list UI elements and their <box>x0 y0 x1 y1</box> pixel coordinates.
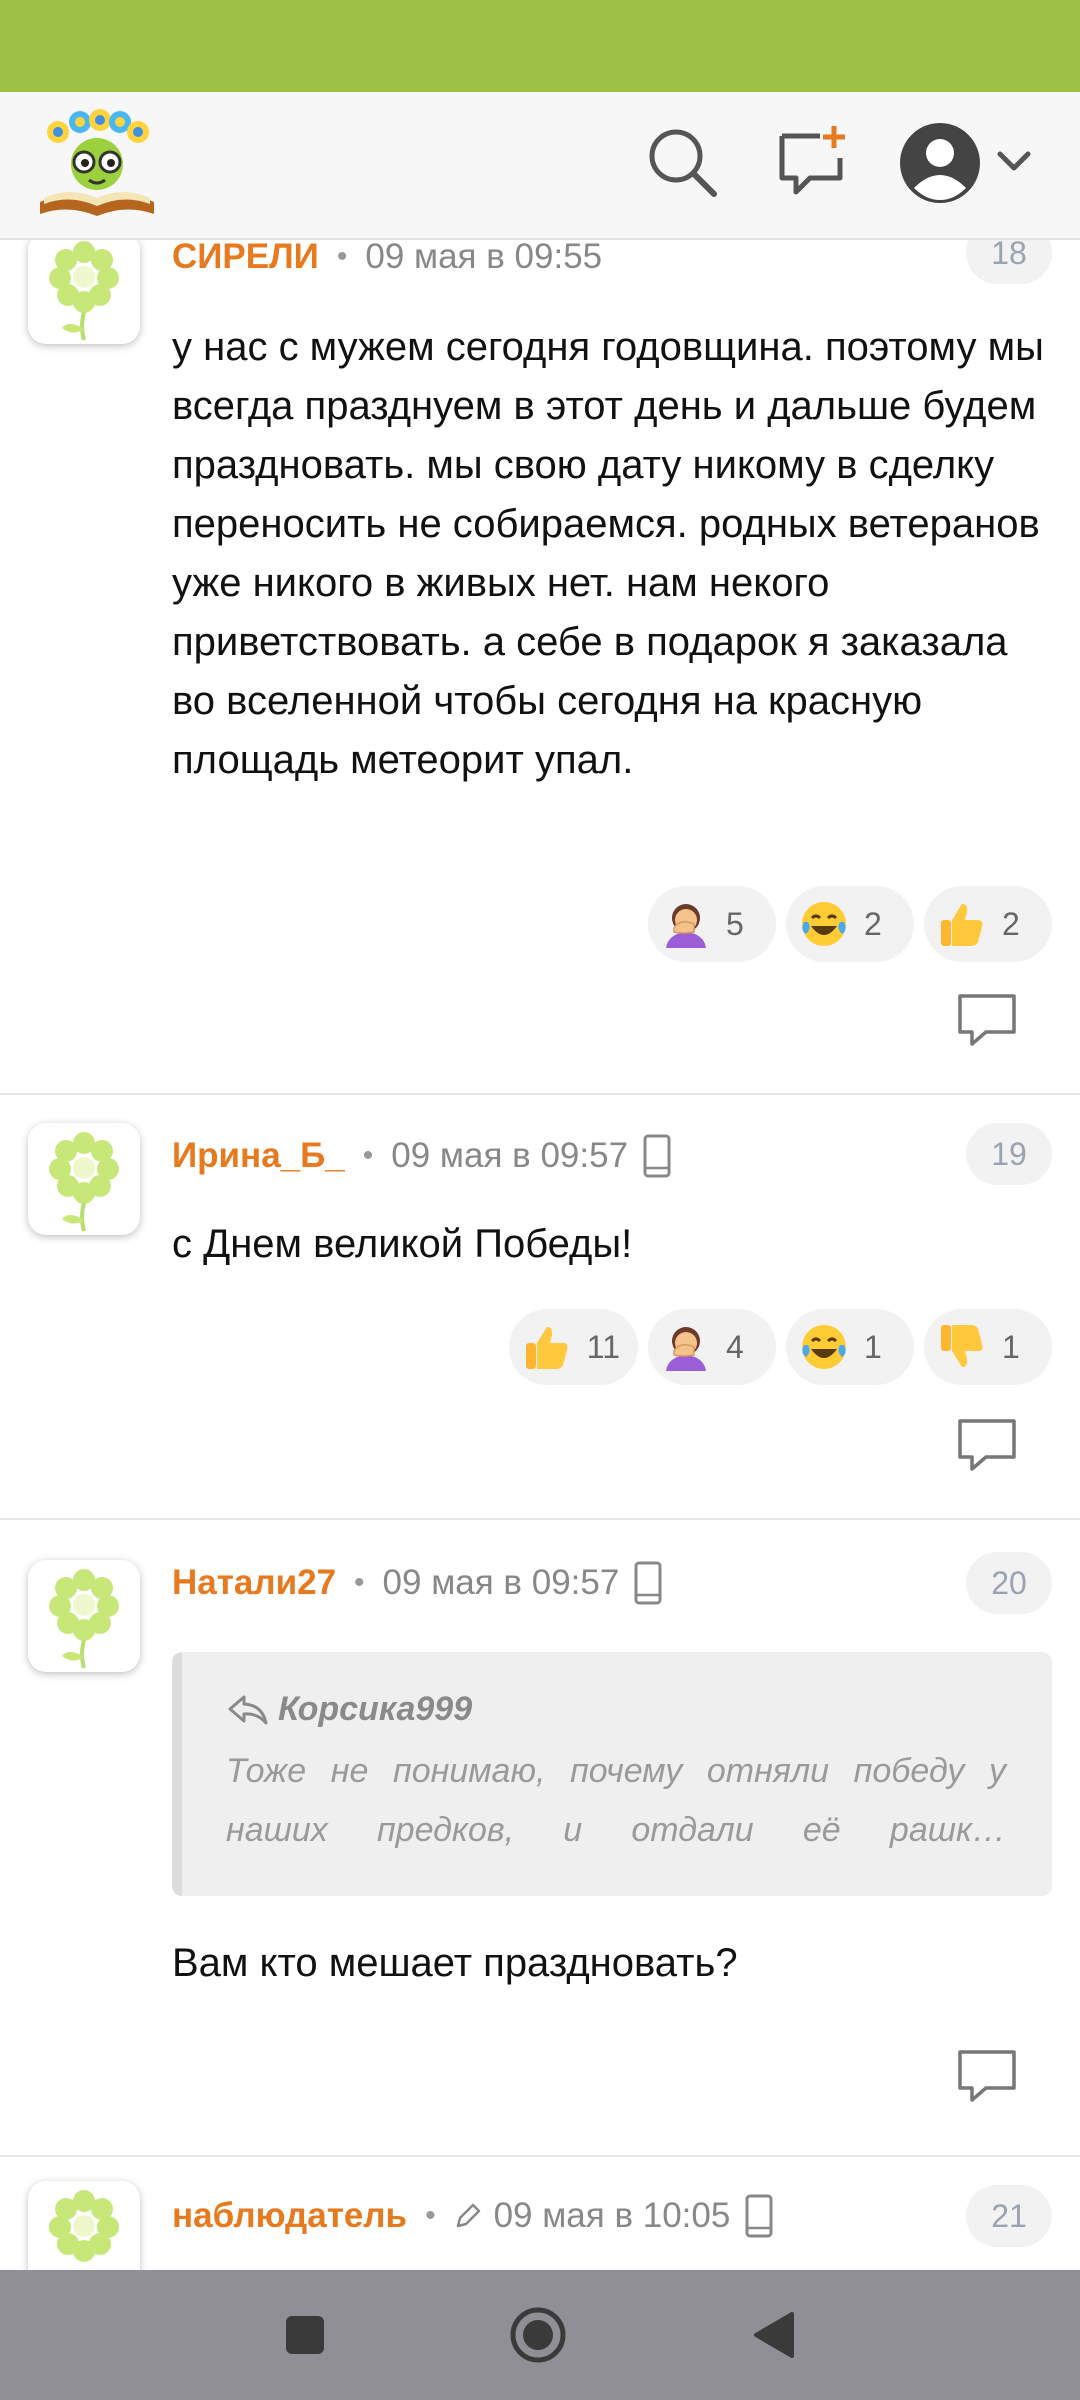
reaction-count: 1 <box>1002 1328 1020 1365</box>
author-name[interactable]: Ирина_Б_ <box>172 1136 345 1176</box>
edited-pencil-icon <box>456 2203 480 2228</box>
facepalm-icon <box>666 1327 706 1371</box>
comment-number[interactable]: 20 <box>966 1552 1052 1614</box>
quote-author: Корсика999 <box>278 1690 473 1728</box>
reaction-count: 4 <box>726 1328 744 1365</box>
avatar[interactable] <box>28 1123 140 1235</box>
reaction-laughing-tears[interactable]: 1 <box>786 1309 914 1385</box>
reaction-thumbs-up[interactable]: 2 <box>924 886 1052 962</box>
comment-text: у нас с мужем сегодня годовщина. поэтому… <box>172 325 1044 782</box>
reaction-facepalm[interactable]: 4 <box>648 1309 776 1385</box>
avatar[interactable] <box>28 2181 140 2270</box>
system-nav-bar <box>0 2270 1080 2400</box>
comment-time: 09 мая в 09:55 <box>365 237 603 276</box>
reaction-count: 5 <box>726 905 744 942</box>
recent-apps-icon[interactable] <box>270 2300 340 2370</box>
reaction-count: 2 <box>864 905 882 942</box>
new-topic-icon[interactable] <box>776 122 852 198</box>
comment-meta: Ирина_Б_ • 09 мая в 09:57 <box>172 1131 672 1181</box>
comment-19: Ирина_Б_ • 09 мая в 09:57 19 с Днем вели… <box>0 1095 1080 1520</box>
author-name[interactable]: наблюдатель <box>172 2196 407 2236</box>
search-icon[interactable] <box>644 124 720 200</box>
reaction-laughing-tears[interactable]: 2 <box>786 886 914 962</box>
thumbs-up-icon <box>941 904 983 946</box>
comment-time: 09 мая в 10:05 <box>493 2196 731 2235</box>
quote-header: Корсика999 <box>226 1690 472 1729</box>
reaction-count: 11 <box>586 1328 620 1365</box>
comment-text: Вам кто мешает праздновать? <box>172 1941 738 1985</box>
reply-arrow-icon <box>228 1695 268 1724</box>
facepalm-icon <box>666 904 706 948</box>
app-header <box>0 92 1080 240</box>
status-bar <box>0 0 1080 92</box>
thumbs-down-icon <box>941 1325 983 1367</box>
reactions: 11 4 1 1 <box>508 1309 1052 1385</box>
back-icon[interactable] <box>740 2300 810 2370</box>
comment-meta: наблюдатель • 09 мая в 10:05 <box>172 2191 774 2241</box>
flower-avatar-icon <box>49 1132 119 1232</box>
author-name[interactable]: Натали27 <box>172 1563 336 1603</box>
separator-dot: • <box>336 240 348 273</box>
separator-dot: • <box>354 1566 365 1599</box>
mobile-device-icon <box>634 1561 662 1605</box>
comment-18: СИРЕЛИ • 09 мая в 09:55 18 у нас с мужем… <box>0 180 1080 1095</box>
author-name[interactable]: СИРЕЛИ <box>172 237 319 277</box>
reaction-facepalm[interactable]: 5 <box>648 886 776 962</box>
comment-meta: Натали27 • 09 мая в 09:57 <box>172 1558 663 1608</box>
avatar[interactable] <box>28 1560 140 1672</box>
reaction-count: 2 <box>1002 905 1020 942</box>
comment-number[interactable]: 19 <box>966 1123 1052 1185</box>
mobile-device-icon <box>643 1134 671 1178</box>
reaction-thumbs-down[interactable]: 1 <box>924 1309 1052 1385</box>
reactions: 5 2 2 <box>648 886 1052 962</box>
user-avatar-icon[interactable] <box>898 118 1038 208</box>
comment-20: Натали27 • 09 мая в 09:57 20 Корсика999 … <box>0 1520 1080 2157</box>
comment-time: 09 мая в 09:57 <box>391 1136 629 1175</box>
comment-21: наблюдатель • 09 мая в 10:05 21 <box>0 2157 1080 2270</box>
reply-icon[interactable] <box>956 992 1018 1048</box>
flower-avatar-icon <box>49 241 119 341</box>
flower-reader-logo[interactable] <box>34 106 160 220</box>
mobile-device-icon <box>745 2194 773 2238</box>
comment-text: с Днем великой Победы! <box>172 1222 633 1266</box>
flower-avatar-icon <box>49 2190 119 2262</box>
thumbs-up-icon <box>525 1327 568 1369</box>
laughing-tears-icon <box>802 902 846 946</box>
reply-icon[interactable] <box>956 1417 1018 1473</box>
avatar[interactable] <box>28 232 140 344</box>
comment-number[interactable]: 21 <box>966 2185 1052 2247</box>
reaction-thumbs-up[interactable]: 11 <box>508 1309 638 1385</box>
quote-text: Тоже не понимаю, почему отняли победу у … <box>226 1752 1006 1849</box>
reaction-count: 1 <box>864 1328 882 1365</box>
laughing-tears-icon <box>802 1325 846 1369</box>
reply-icon[interactable] <box>956 2048 1018 2104</box>
quote-block[interactable]: Корсика999 Тоже не понимаю, почему отнял… <box>172 1652 1052 1896</box>
separator-dot: • <box>425 2199 436 2232</box>
comment-time: 09 мая в 09:57 <box>382 1563 620 1602</box>
home-icon[interactable] <box>503 2300 573 2370</box>
flower-avatar-icon <box>49 1569 119 1669</box>
separator-dot: • <box>362 1139 374 1172</box>
